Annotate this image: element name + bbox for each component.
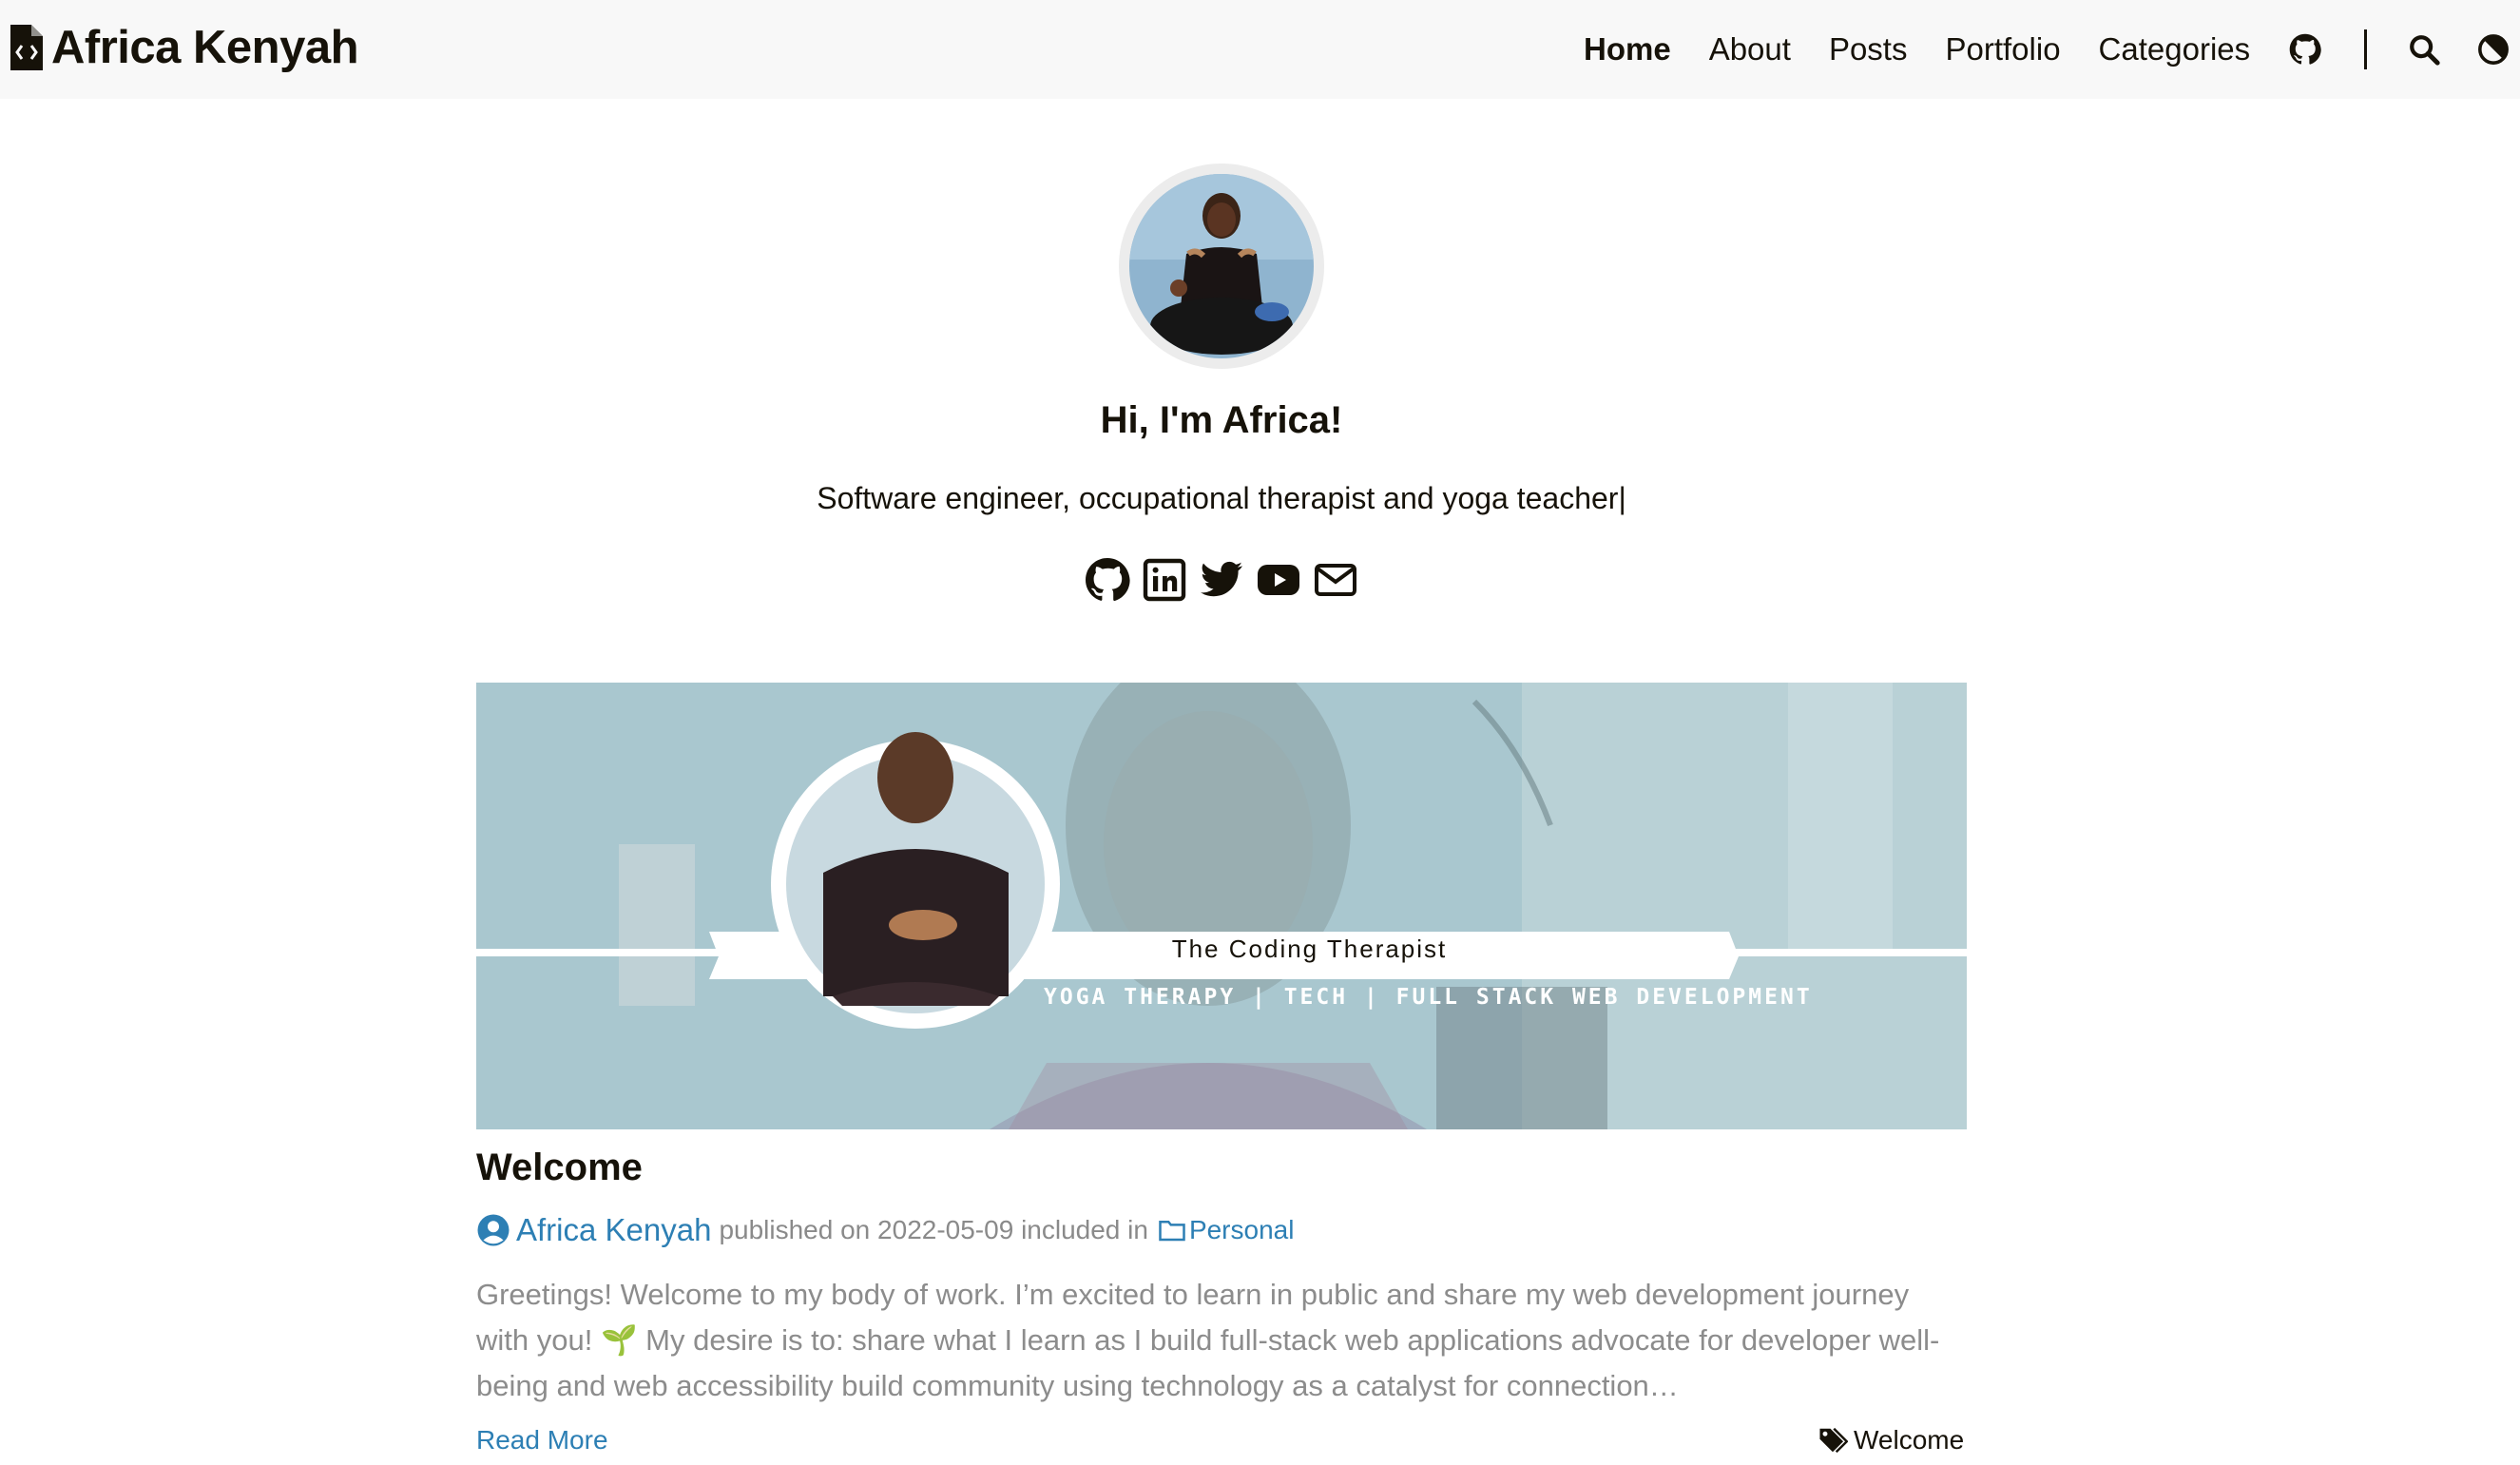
post-tag-label: Welcome [1854,1425,1965,1455]
site-logo-link[interactable]: Africa Kenyah [9,21,359,74]
github-icon[interactable] [1083,555,1132,605]
post-category-link[interactable]: Personal [1189,1215,1295,1245]
post-meta: Africa Kenyah published on 2022-05-09 in… [476,1212,1294,1248]
user-circle-icon [477,1214,510,1246]
code-file-icon [10,25,43,70]
email-icon[interactable] [1311,555,1360,605]
twitter-icon[interactable] [1197,555,1246,605]
banner-title: The Coding Therapist [1171,935,1448,963]
site-title: Africa Kenyah [51,22,359,73]
post-tag-link[interactable]: Welcome [1818,1425,1964,1455]
theme-toggle-icon[interactable] [2476,30,2510,68]
youtube-icon[interactable] [1254,555,1303,605]
post-date: 2022-05-09 [877,1215,1014,1244]
post-banner-image[interactable]: The Coding Therapist YOGA THERAPY | TECH… [476,683,1967,1129]
nav-portfolio[interactable]: Portfolio [1945,31,2060,67]
banner-tagline: YOGA THERAPY | TECH | FULL STACK WEB DEV… [1044,985,1813,1010]
nav-home[interactable]: Home [1584,31,1671,67]
nav-posts[interactable]: Posts [1829,31,1908,67]
post-author-link[interactable]: Africa Kenyah [516,1212,711,1248]
social-links [1083,555,1368,605]
published-label: published on [719,1215,871,1244]
nav-divider [2364,29,2368,69]
post-excerpt: Greetings! Welcome to my body of work. I… [476,1278,1940,1402]
nav-categories[interactable]: Categories [2099,31,2251,67]
profile-subtitle: Software engineer, occupational therapis… [817,481,1626,515]
github-icon[interactable] [2288,30,2322,68]
folder-icon [1159,1221,1185,1242]
profile-avatar [1119,164,1324,369]
main-nav: Home About Posts Portfolio Categories [1584,25,2510,74]
linkedin-icon[interactable] [1140,555,1189,605]
nav-about[interactable]: About [1709,31,1791,67]
profile-greeting: Hi, I'm Africa! [1100,399,1343,441]
search-icon[interactable] [2407,30,2441,68]
site-header: Africa Kenyah Home About Posts Portfolio… [0,0,2520,99]
included-in-label: included in [1021,1215,1148,1244]
read-more-link[interactable]: Read More [476,1425,608,1455]
post-title[interactable]: Welcome [476,1147,643,1189]
tags-icon [1819,1427,1848,1454]
avatar-photo [1129,174,1314,358]
